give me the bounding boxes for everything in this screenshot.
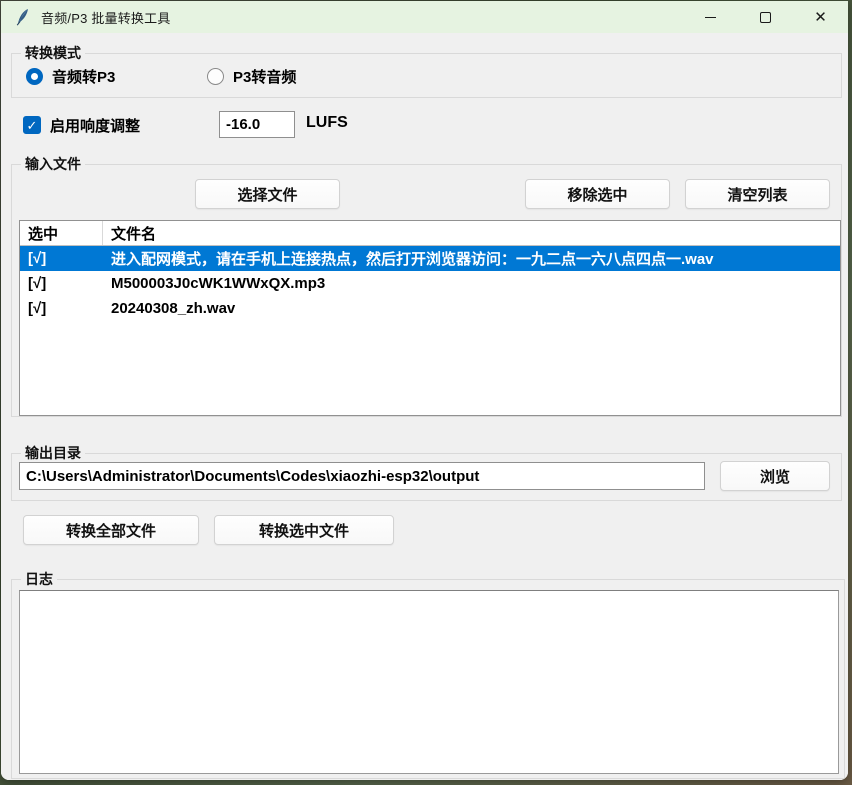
close-icon	[814, 8, 827, 27]
minimize-icon	[705, 17, 716, 18]
output-dir-group-label: 输出目录	[21, 444, 85, 463]
convert-selected-button[interactable]: 转换选中文件	[214, 515, 394, 545]
convert-all-button[interactable]: 转换全部文件	[23, 515, 199, 545]
maximize-icon	[760, 12, 771, 23]
app-window: 音频/P3 批量转换工具 转换模式 音频转P3	[1, 1, 848, 780]
remove-selected-button[interactable]: 移除选中	[525, 179, 670, 209]
checkbox-checked-icon	[23, 116, 41, 134]
window-controls	[683, 1, 848, 33]
browse-button[interactable]: 浏览	[720, 461, 830, 491]
select-files-button[interactable]: 选择文件	[195, 179, 340, 209]
column-header-checked[interactable]: 选中	[20, 221, 103, 245]
close-button[interactable]	[793, 1, 848, 33]
clear-list-button[interactable]: 清空列表	[685, 179, 830, 209]
table-row[interactable]: [√] M500003J0cWK1WWxQX.mp3	[20, 271, 840, 296]
input-files-group-label: 输入文件	[21, 155, 85, 174]
output-dir-group: 输出目录 浏览	[11, 453, 842, 501]
row-filename-cell: 进入配网模式，请在手机上连接热点，然后打开浏览器访问：一九二点一六八点四点一.w…	[103, 248, 840, 269]
table-row[interactable]: [√] 进入配网模式，请在手机上连接热点，然后打开浏览器访问：一九二点一六八点四…	[20, 246, 840, 271]
maximize-button[interactable]	[738, 1, 793, 33]
radio-audio-to-p3[interactable]: 音频转P3	[26, 66, 115, 87]
app-icon-feather	[15, 8, 31, 26]
radio-label-audio-to-p3: 音频转P3	[52, 66, 115, 87]
log-group-label: 日志	[21, 570, 57, 589]
conversion-mode-group: 转换模式 音频转P3 P3转音频	[11, 53, 842, 98]
log-group: 日志	[11, 579, 845, 779]
lufs-input[interactable]	[219, 111, 295, 138]
output-dir-input[interactable]	[19, 462, 705, 490]
window-title: 音频/P3 批量转换工具	[41, 8, 171, 27]
file-table-header: 选中 文件名	[20, 221, 840, 246]
radio-p3-to-audio[interactable]: P3转音频	[207, 66, 296, 87]
mode-group-label: 转换模式	[21, 44, 85, 63]
lufs-unit-label: LUFS	[306, 114, 348, 132]
table-row[interactable]: [√] 20240308_zh.wav	[20, 296, 840, 321]
main-content: 转换模式 音频转P3 P3转音频 启用响度调整 LUFS	[1, 33, 848, 780]
radio-unselected-icon	[207, 68, 224, 85]
file-table: 选中 文件名 [√] 进入配网模式，请在手机上连接热点，然后打开浏览器访问：一九…	[19, 220, 841, 416]
column-header-filename[interactable]: 文件名	[103, 221, 840, 245]
desktop-background: 音频/P3 批量转换工具 转换模式 音频转P3	[0, 0, 852, 785]
log-textarea[interactable]	[19, 590, 839, 774]
minimize-button[interactable]	[683, 1, 738, 33]
row-filename-cell: M500003J0cWK1WWxQX.mp3	[103, 275, 840, 292]
radio-selected-icon	[26, 68, 43, 85]
loudness-checkbox-label: 启用响度调整	[50, 115, 140, 136]
loudness-row: 启用响度调整 LUFS	[23, 111, 140, 139]
file-table-body: [√] 进入配网模式，请在手机上连接热点，然后打开浏览器访问：一九二点一六八点四…	[20, 246, 840, 321]
row-checked-cell: [√]	[20, 300, 103, 317]
row-checked-cell: [√]	[20, 250, 103, 267]
loudness-checkbox[interactable]: 启用响度调整	[23, 115, 140, 136]
input-files-group: 输入文件 选择文件 移除选中 清空列表 选中 文件名 [√] 进入配网模式，请在…	[11, 164, 842, 417]
row-filename-cell: 20240308_zh.wav	[103, 300, 840, 317]
row-checked-cell: [√]	[20, 275, 103, 292]
radio-label-p3-to-audio: P3转音频	[233, 66, 296, 87]
titlebar: 音频/P3 批量转换工具	[1, 1, 848, 33]
